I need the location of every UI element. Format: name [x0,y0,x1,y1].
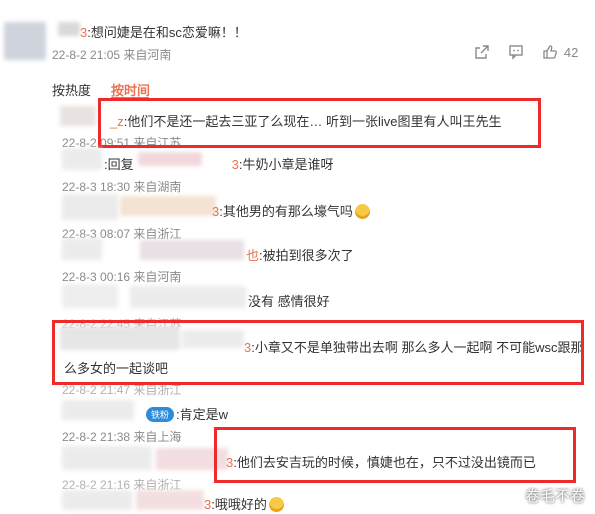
reply-text: 铁粉:肯定是w [146,404,228,423]
username-blur[interactable] [140,240,244,260]
reply-meta: 22-8-3 18:30 来自湖南 [62,180,182,194]
username-blur[interactable] [120,196,216,216]
avatar[interactable] [62,446,152,470]
fan-badge: 铁粉 [146,407,175,422]
username-blur[interactable] [58,22,80,36]
thumb-up-icon [542,44,558,60]
reply-text: 3:哦哦好的 [204,494,284,513]
sort-by-hot-tab[interactable]: 按热度 [52,80,91,99]
username-blur[interactable] [130,286,246,308]
watermark: 卷毛不卷 [524,488,585,505]
share-icon[interactable] [474,44,490,63]
reply-meta: 22-8-2 21:38 来自上海 [62,430,182,444]
avatar[interactable] [62,400,134,420]
laugh-emoji-icon [268,497,284,512]
avatar[interactable] [62,194,118,220]
grin-emoji-icon [354,204,370,219]
comment-icon[interactable] [508,44,524,63]
top-comment-meta: 22-8-2 21:05 来自河南 [52,48,172,62]
reply-username[interactable]: 3 [232,157,239,172]
highlight-box [52,320,584,385]
top-comment-text: 3:想问婕是在和sc恋爱嘛！！ [80,25,247,40]
avatar[interactable] [60,106,96,126]
avatar[interactable] [62,490,132,510]
highlight-box [214,427,576,483]
avatar[interactable] [4,22,46,60]
like-count: 42 [563,45,579,60]
avatar[interactable] [62,238,102,260]
avatar[interactable] [62,284,118,308]
highlight-box [98,98,541,148]
reply-meta: 22-8-3 00:16 来自河南 [62,270,182,284]
like-button[interactable]: 42 [542,44,578,60]
reply-text: 也:被拍到很多次了 [246,248,354,263]
reply-text: 没有 感情很好 [248,294,330,309]
reply-text: :回复 3:牛奶小章是谁呀 [104,157,334,172]
reply-text: 3:其他男的有那么壕气吗 [212,201,370,220]
username-blur[interactable] [136,490,204,510]
avatar[interactable] [62,148,102,170]
reply-username[interactable]: 也 [246,248,259,263]
